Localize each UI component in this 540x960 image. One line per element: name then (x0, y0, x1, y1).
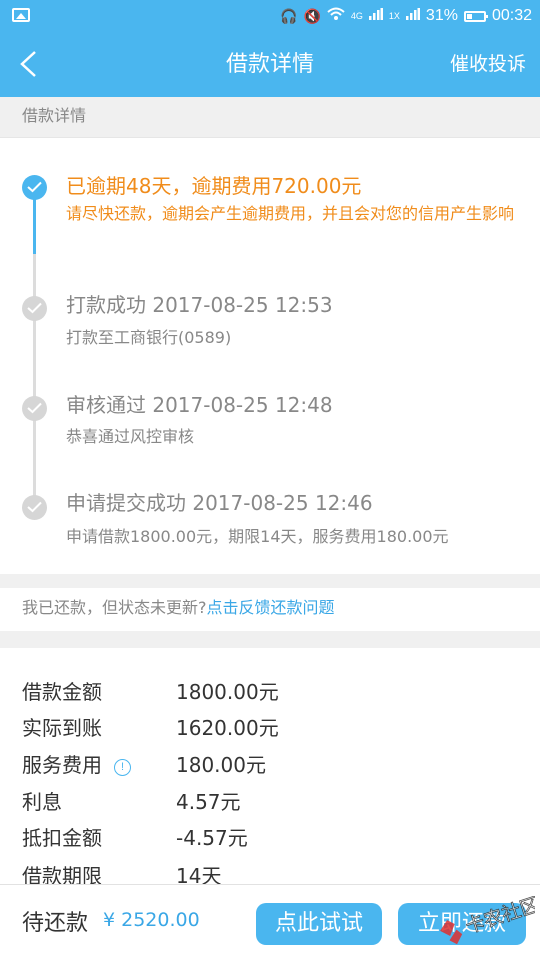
detail-value: -4.57元 (176, 826, 248, 850)
svg-text:卡农社区: 卡农社区 (463, 896, 535, 938)
clock: 00:32 (491, 7, 532, 24)
timeline-check-icon (22, 175, 47, 200)
loan-details: 借款金额 1800.00元 实际到账 1620.00元 服务费用! 180.00… (0, 648, 540, 884)
nav-bar: 借款详情 催收投诉 (0, 32, 540, 97)
detail-row: 借款期限 14天 (0, 860, 540, 884)
repayment-feedback-row: 我已还款，但状态未更新?点击反馈还款问题 (0, 588, 540, 631)
signal-icon-2 (405, 7, 420, 25)
status-bar: 🎧 🔇 4G 1X 31% 00:32 (0, 0, 540, 32)
battery-percent: 31% (425, 7, 458, 24)
headphones-icon: 🎧 (280, 8, 298, 24)
timeline-subtitle: 打款至工商银行(0589) (66, 328, 232, 347)
detail-value: 180.00元 (176, 753, 266, 777)
timeline-subtitle: 请尽快还款，逾期会产生逾期费用，并且会对您的信用产生影响 (66, 204, 515, 223)
info-icon[interactable]: ! (114, 759, 131, 776)
due-amount: ¥ 2520.00 (103, 909, 200, 931)
detail-label: 借款期限 (22, 864, 102, 884)
detail-value: 1800.00元 (176, 680, 279, 704)
timeline-title: 申请提交成功 2017-08-25 12:46 (66, 491, 373, 515)
detail-row: 抵扣金额 -4.57元 (0, 822, 540, 856)
section-header: 借款详情 (0, 97, 540, 137)
detail-label-text: 服务费用 (22, 753, 102, 777)
timeline-title: 审核通过 2017-08-25 12:48 (66, 393, 333, 417)
detail-label: 抵扣金额 (22, 826, 102, 850)
timeline-card: 已逾期48天，逾期费用720.00元 请尽快还款，逾期会产生逾期费用，并且会对您… (0, 137, 540, 574)
status-indicators: 🎧 🔇 4G 1X 31% 00:32 (280, 6, 532, 26)
due-label: 待还款 (22, 911, 89, 936)
feedback-prompt: 我已还款，但状态未更新? (22, 598, 207, 617)
detail-value: 4.57元 (176, 790, 241, 814)
try-button[interactable]: 点此试试 (256, 903, 382, 945)
network-type-2: 1X (388, 11, 400, 21)
battery-icon (463, 10, 488, 22)
detail-label: 利息 (22, 790, 62, 814)
timeline-subtitle: 申请借款1800.00元，期限14天，服务费用180.00元 (66, 527, 449, 546)
mute-icon: 🔇 (303, 8, 321, 24)
detail-row: 实际到账 1620.00元 (0, 712, 540, 746)
watermark-logo: 卡农社区 (425, 893, 540, 946)
detail-label: 实际到账 (22, 716, 102, 740)
gallery-notification-icon (12, 8, 30, 22)
timeline-connector (33, 254, 36, 508)
wifi-icon (327, 6, 345, 26)
detail-label: 服务费用! (22, 749, 131, 778)
detail-row: 利息 4.57元 (0, 786, 540, 820)
detail-value: 14天 (176, 864, 222, 884)
timeline-check-icon (22, 396, 47, 421)
feedback-link[interactable]: 点击反馈还款问题 (207, 598, 335, 617)
timeline-subtitle: 恭喜通过风控审核 (66, 427, 195, 446)
timeline-title: 打款成功 2017-08-25 12:53 (66, 293, 333, 317)
complaint-button[interactable]: 催收投诉 (450, 32, 526, 97)
timeline-check-icon (22, 495, 47, 520)
signal-icon (368, 7, 383, 25)
detail-row: 服务费用! 180.00元 (0, 749, 540, 783)
detail-label: 借款金额 (22, 680, 102, 704)
network-type: 4G (350, 11, 363, 21)
timeline-check-icon (22, 296, 47, 321)
detail-row: 借款金额 1800.00元 (0, 676, 540, 710)
detail-value: 1620.00元 (176, 716, 279, 740)
timeline-title: 已逾期48天，逾期费用720.00元 (66, 174, 362, 198)
